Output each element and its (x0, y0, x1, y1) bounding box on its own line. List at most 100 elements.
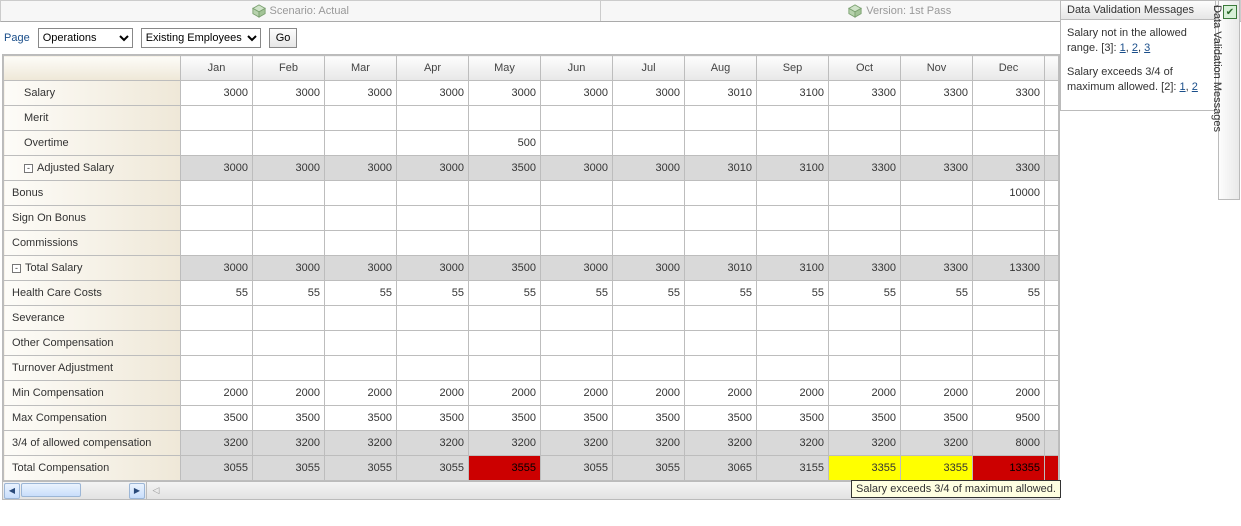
data-cell[interactable] (973, 206, 1045, 231)
data-cell[interactable] (685, 231, 757, 256)
data-cell[interactable] (829, 306, 901, 331)
data-cell[interactable]: 3055 (613, 456, 685, 481)
data-cell[interactable] (973, 306, 1045, 331)
data-cell[interactable]: 3000 (325, 156, 397, 181)
data-cell[interactable]: 10000 (973, 181, 1045, 206)
data-cell[interactable]: 3500 (901, 406, 973, 431)
data-cell[interactable]: 2000 (757, 381, 829, 406)
data-cell[interactable]: 2000 (613, 381, 685, 406)
data-cell[interactable]: 55 (613, 281, 685, 306)
data-cell[interactable]: 3300 (829, 81, 901, 106)
data-cell[interactable] (613, 231, 685, 256)
data-cell[interactable]: 3000 (397, 256, 469, 281)
data-cell[interactable] (973, 331, 1045, 356)
scenario-pane[interactable]: Scenario: Actual (1, 1, 601, 21)
data-cell[interactable] (829, 206, 901, 231)
data-cell[interactable] (325, 181, 397, 206)
data-cell[interactable] (397, 106, 469, 131)
data-cell[interactable] (469, 106, 541, 131)
data-cell[interactable]: 3000 (253, 156, 325, 181)
data-cell[interactable] (181, 306, 253, 331)
data-cell[interactable] (613, 331, 685, 356)
column-header[interactable]: Dec (973, 56, 1045, 81)
row-header[interactable]: Merit (4, 106, 181, 131)
column-header[interactable]: Mar (325, 56, 397, 81)
data-cell[interactable] (901, 206, 973, 231)
row-header[interactable]: Total Compensation (4, 456, 181, 481)
data-cell[interactable]: 2000 (973, 381, 1045, 406)
data-cell[interactable] (325, 206, 397, 231)
data-cell[interactable] (397, 131, 469, 156)
data-cell[interactable] (541, 331, 613, 356)
data-cell[interactable] (901, 131, 973, 156)
scroll-right-button[interactable]: ▶ (129, 483, 145, 499)
data-cell[interactable]: 3355 (829, 456, 901, 481)
data-cell[interactable] (685, 106, 757, 131)
data-cell[interactable] (757, 181, 829, 206)
row-header[interactable]: -Total Salary (4, 256, 181, 281)
row-header[interactable]: Health Care Costs (4, 281, 181, 306)
data-cell[interactable]: 500 (469, 131, 541, 156)
data-cell[interactable] (829, 181, 901, 206)
scrollbar-thumb[interactable] (21, 483, 81, 497)
data-cell[interactable] (829, 131, 901, 156)
data-cell[interactable] (181, 331, 253, 356)
data-cell[interactable] (325, 356, 397, 381)
data-cell[interactable]: 3000 (397, 156, 469, 181)
data-cell[interactable]: 55 (325, 281, 397, 306)
column-header[interactable]: Feb (253, 56, 325, 81)
data-cell[interactable]: 2000 (685, 381, 757, 406)
data-cell[interactable]: 2000 (253, 381, 325, 406)
column-header[interactable]: Aug (685, 56, 757, 81)
data-cell[interactable] (541, 356, 613, 381)
data-cell[interactable]: 3300 (973, 81, 1045, 106)
row-header[interactable]: Overtime (4, 131, 181, 156)
data-cell[interactable]: 3000 (253, 81, 325, 106)
data-cell[interactable] (757, 131, 829, 156)
data-cell[interactable]: 3200 (469, 431, 541, 456)
validation-link[interactable]: 1 (1120, 42, 1126, 54)
expander-icon[interactable]: - (24, 164, 33, 173)
data-cell[interactable] (829, 331, 901, 356)
data-cell[interactable]: 3555 (469, 456, 541, 481)
data-cell[interactable] (325, 331, 397, 356)
data-cell[interactable] (901, 231, 973, 256)
data-cell[interactable]: 3000 (613, 156, 685, 181)
data-cell[interactable] (685, 306, 757, 331)
column-header[interactable]: Nov (901, 56, 973, 81)
data-cell[interactable]: 2000 (397, 381, 469, 406)
data-cell[interactable] (253, 356, 325, 381)
data-cell[interactable]: 55 (469, 281, 541, 306)
column-header[interactable]: Jul (613, 56, 685, 81)
data-cell[interactable]: 3010 (685, 256, 757, 281)
data-cell[interactable]: 55 (181, 281, 253, 306)
page-dim2-select[interactable]: Existing Employees (141, 28, 261, 48)
data-cell[interactable]: 3000 (469, 81, 541, 106)
data-cell[interactable]: 3200 (901, 431, 973, 456)
column-header[interactable]: Jun (541, 56, 613, 81)
data-cell[interactable] (397, 206, 469, 231)
data-cell[interactable] (757, 331, 829, 356)
data-cell[interactable]: 3055 (253, 456, 325, 481)
data-cell[interactable]: 3010 (685, 81, 757, 106)
data-cell[interactable]: 3500 (469, 256, 541, 281)
data-cell[interactable]: 3000 (541, 256, 613, 281)
row-header[interactable]: Bonus (4, 181, 181, 206)
data-cell[interactable]: 3500 (613, 406, 685, 431)
data-cell[interactable]: 3000 (613, 81, 685, 106)
validation-link[interactable]: 2 (1192, 81, 1198, 93)
data-cell[interactable] (541, 231, 613, 256)
data-cell[interactable] (901, 331, 973, 356)
data-cell[interactable]: 3000 (397, 81, 469, 106)
data-cell[interactable] (829, 106, 901, 131)
data-cell[interactable]: 3500 (469, 406, 541, 431)
column-header[interactable]: Oct (829, 56, 901, 81)
data-cell[interactable] (397, 181, 469, 206)
data-cell[interactable] (397, 306, 469, 331)
data-cell[interactable]: 13355 (973, 456, 1045, 481)
column-header[interactable]: May (469, 56, 541, 81)
row-header[interactable]: -Adjusted Salary (4, 156, 181, 181)
data-cell[interactable]: 3500 (325, 406, 397, 431)
data-cell[interactable] (181, 231, 253, 256)
data-cell[interactable] (685, 356, 757, 381)
